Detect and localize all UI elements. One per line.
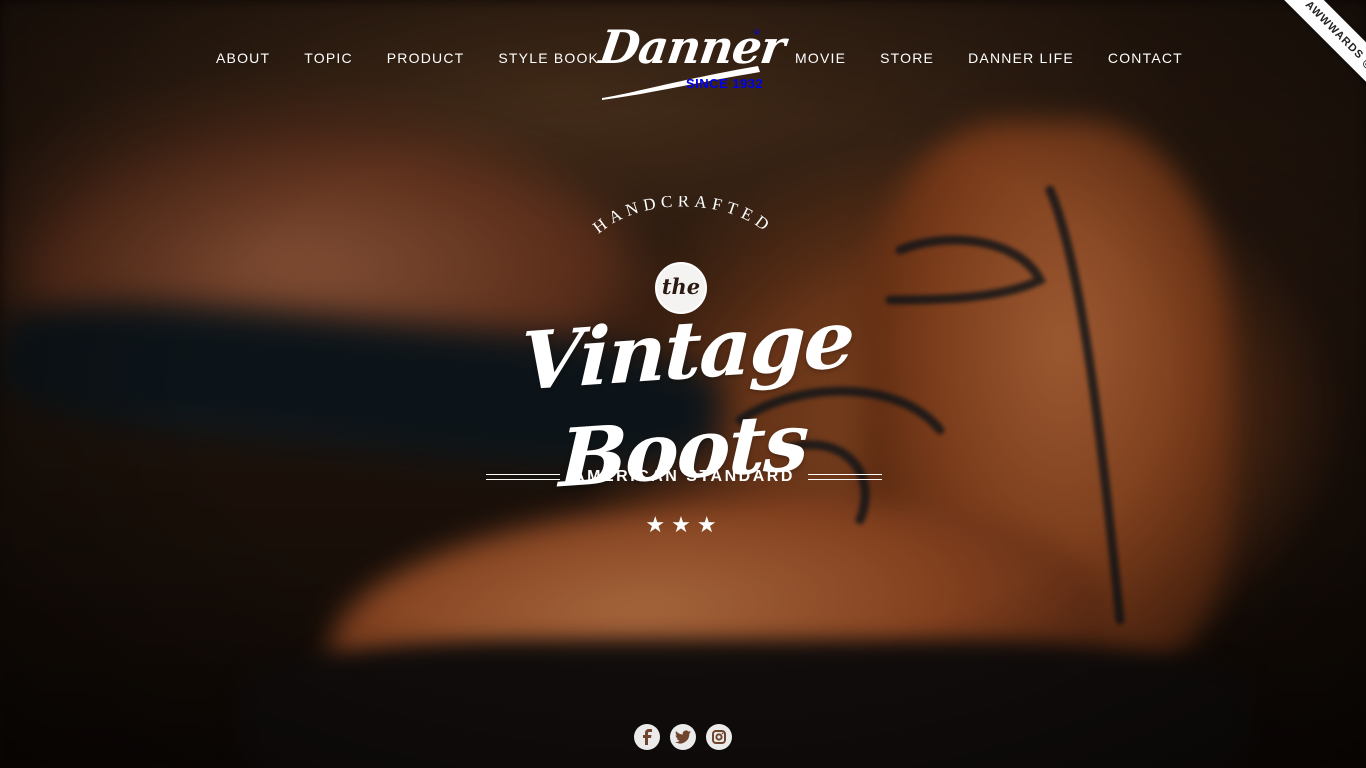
hero-subtitle: AMERICAN STANDARD: [573, 468, 795, 485]
subtitle-row: AMERICAN STANDARD: [486, 466, 882, 490]
svg-text:HANDCRAFTED: HANDCRAFTED: [589, 196, 776, 237]
danner-logo[interactable]: Danner ® SINCE 1932: [596, 20, 788, 102]
nav-left: ABOUT TOPIC PRODUCT STYLE BOOK: [216, 50, 633, 68]
right-divider: [808, 474, 882, 480]
nav-right: MOVIE STORE DANNER LIFE CONTACT: [795, 50, 1217, 68]
nav-product-link[interactable]: PRODUCT: [387, 50, 465, 68]
award-ribbon[interactable]: AWWWARDS @H.M: [1236, 0, 1366, 130]
nav-movie-link[interactable]: MOVIE: [795, 50, 846, 68]
nav-contact-link[interactable]: CONTACT: [1108, 50, 1183, 68]
award-ribbon-text: AWWWARDS @H.M: [1267, 0, 1366, 125]
left-divider: [486, 474, 560, 480]
logo-registered-mark: ®: [754, 28, 760, 37]
nav-about-link[interactable]: ABOUT: [216, 50, 270, 68]
nav-danner-life-link[interactable]: DANNER LIFE: [968, 50, 1074, 68]
star-rating-icon: ★★★: [645, 512, 723, 537]
nav-store-link[interactable]: STORE: [880, 50, 934, 68]
nav-topic-link[interactable]: TOPIC: [304, 50, 353, 68]
the-badge-label: the: [661, 274, 701, 299]
instagram-icon[interactable]: [706, 724, 732, 750]
nav-style-book-link[interactable]: STYLE BOOK: [498, 50, 599, 68]
social-links: [634, 724, 742, 750]
facebook-icon[interactable]: [634, 724, 660, 750]
twitter-icon[interactable]: [670, 724, 696, 750]
logo-since-text: SINCE 1932: [686, 76, 764, 91]
